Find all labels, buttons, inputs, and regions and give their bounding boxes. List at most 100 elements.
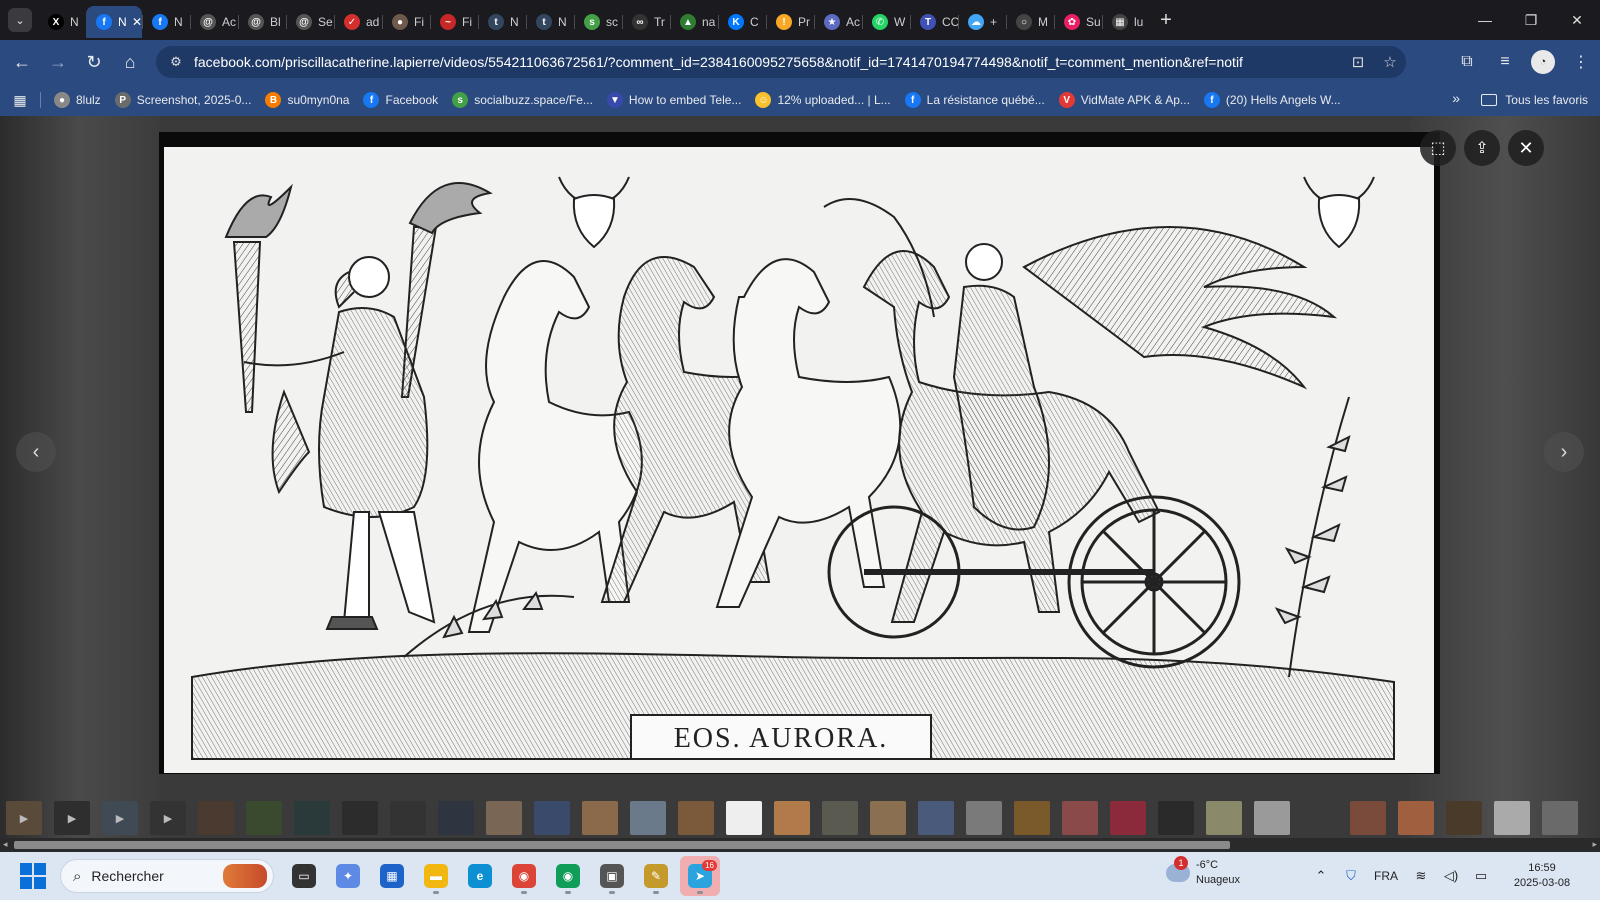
bookmark-4[interactable]: s socialbuzz.space/Fe... [445, 86, 600, 114]
tab-4[interactable]: @ Bl [238, 6, 286, 38]
bookmark-7[interactable]: f La résistance québé... [898, 86, 1052, 114]
thumbnail-27[interactable] [1302, 801, 1338, 835]
media-control-icon[interactable]: ≡ [1486, 53, 1524, 71]
thumbnail-15[interactable] [726, 801, 762, 835]
pencil-app-app[interactable]: ✎ [636, 856, 676, 896]
bookmark-1[interactable]: P Screenshot, 2025-0... [108, 86, 259, 114]
thumbnail-11[interactable] [534, 801, 570, 835]
thumbnail-17[interactable] [822, 801, 858, 835]
thumbnail-20[interactable] [966, 801, 1002, 835]
wifi-icon[interactable]: ≋ [1406, 868, 1436, 884]
thumbnail-16[interactable] [774, 801, 810, 835]
thumbnail-1[interactable]: ▶ [54, 801, 90, 835]
bookmark-2[interactable]: Bsu0myn0na [258, 86, 356, 114]
previous-photo-button[interactable]: ‹ [16, 432, 56, 472]
thumbnail-25[interactable] [1206, 801, 1242, 835]
tab-21[interactable]: ✿ Su [1054, 6, 1102, 38]
scroll-left-icon[interactable]: ◂ [3, 839, 8, 850]
thumbnail-21[interactable] [1014, 801, 1050, 835]
edge-app[interactable]: e [460, 856, 500, 896]
close-window-icon[interactable]: ✕ [1554, 0, 1600, 40]
tab-20[interactable]: ○ M [1006, 6, 1054, 38]
telegram-app[interactable]: ➤ 16 [680, 856, 720, 896]
chevron-up-icon[interactable]: ⌃ [1306, 868, 1336, 884]
forward-icon[interactable]: → [40, 44, 76, 80]
url-text[interactable]: facebook.com/priscillacatherine.lapierre… [194, 54, 1342, 70]
tab-3[interactable]: @ Ac [190, 6, 238, 38]
menu-icon[interactable]: ⋮ [1562, 52, 1600, 72]
taskbar-search[interactable]: ⌕ Rechercher [60, 859, 274, 893]
thumbnail-13[interactable] [630, 801, 666, 835]
tab-16[interactable]: ★ Ac [814, 6, 862, 38]
defender-shield-icon[interactable]: ⛉ [1336, 868, 1366, 884]
language-indicator[interactable]: FRA [1366, 869, 1406, 883]
battery-icon[interactable]: ▭ [1466, 868, 1496, 884]
store-app[interactable]: ▦ [372, 856, 412, 896]
chrome-app[interactable]: ◉ [504, 856, 544, 896]
tab-6[interactable]: ✓ ad [334, 6, 382, 38]
apps-grid-icon[interactable]: ▦ [0, 92, 40, 109]
tab-8[interactable]: ~ Fi [430, 6, 478, 38]
thumbnail-10[interactable] [486, 801, 522, 835]
thumbnail-scrollbar[interactable]: ◂ ▸ [0, 838, 1600, 852]
tab-2[interactable]: fN [142, 6, 190, 38]
thumbnail-30[interactable] [1446, 801, 1482, 835]
tab-18[interactable]: T CC [910, 6, 958, 38]
screen-tool-app[interactable]: ▣ [592, 856, 632, 896]
thumbnail-0[interactable]: ▶ [6, 801, 42, 835]
back-icon[interactable]: ← [4, 44, 40, 80]
tab-14[interactable]: KC [718, 6, 766, 38]
tab-11[interactable]: s sc [574, 6, 622, 38]
all-bookmarks-folder[interactable]: Tous les favoris [1481, 84, 1588, 116]
thumbnail-4[interactable] [198, 801, 234, 835]
bookmark-star-icon[interactable]: ☆ [1374, 53, 1406, 71]
thumbnail-9[interactable] [438, 801, 474, 835]
profile-avatar[interactable]: ◔ [1531, 50, 1555, 74]
thumbnail-5[interactable] [246, 801, 282, 835]
close-tab-icon[interactable]: ✕ [132, 15, 142, 29]
bookmark-3[interactable]: f Facebook [356, 86, 445, 114]
bookmark-6[interactable]: ☺ 12% uploaded... | L... [748, 86, 897, 114]
thumbnail-19[interactable] [918, 801, 954, 835]
bookmark-5[interactable]: ▼ How to embed Tele... [600, 86, 749, 114]
scroll-right-icon[interactable]: ▸ [1592, 839, 1597, 850]
reload-icon[interactable]: ↻ [76, 44, 112, 80]
thumbnail-32[interactable] [1542, 801, 1578, 835]
restore-icon[interactable]: ❐ [1508, 0, 1554, 40]
task-view-app[interactable]: ▭ [284, 856, 324, 896]
start-button[interactable] [20, 863, 46, 889]
address-bar[interactable]: ⚙ facebook.com/priscillacatherine.lapier… [156, 46, 1406, 78]
tab-22[interactable]: ▦ lu [1102, 6, 1150, 38]
weather-widget[interactable]: 1 -6°C Nuageux [1166, 856, 1240, 888]
clock[interactable]: 16:59 2025-03-08 [1496, 861, 1588, 891]
new-tab-button[interactable]: + [1150, 9, 1182, 32]
tab-9[interactable]: tN [478, 6, 526, 38]
bookmark-8[interactable]: V VidMate APK & Ap... [1052, 86, 1197, 114]
scrollbar-thumb[interactable] [14, 841, 1230, 849]
next-photo-button[interactable]: › [1544, 432, 1584, 472]
tab-10[interactable]: tN [526, 6, 574, 38]
tab-5[interactable]: @ Se [286, 6, 334, 38]
more-bookmarks-icon[interactable]: » [1452, 90, 1460, 106]
tab-13[interactable]: ▲ na [670, 6, 718, 38]
file-explorer-app[interactable]: ▬ [416, 856, 456, 896]
tab-0[interactable]: XN [38, 6, 86, 38]
tab-12[interactable]: ∞ Tr [622, 6, 670, 38]
thumbnail-2[interactable]: ▶ [102, 801, 138, 835]
thumbnail-6[interactable] [294, 801, 330, 835]
bookmark-0[interactable]: ● 8lulz [47, 86, 108, 114]
thumbnail-31[interactable] [1494, 801, 1530, 835]
thumbnail-3[interactable]: ▶ [150, 801, 186, 835]
thumbnail-14[interactable] [678, 801, 714, 835]
tab-7[interactable]: ● Fi [382, 6, 430, 38]
thumbnail-23[interactable] [1110, 801, 1146, 835]
home-icon[interactable]: ⌂ [112, 44, 148, 80]
copilot-app[interactable]: ✦ [328, 856, 368, 896]
close-viewer-icon[interactable]: ✕ [1508, 130, 1544, 166]
share-icon[interactable]: ⇪ [1464, 130, 1500, 166]
tab-15[interactable]: ! Pr [766, 6, 814, 38]
chrome-profile-app[interactable]: ◉ [548, 856, 588, 896]
thumbnail-7[interactable] [342, 801, 378, 835]
thumbnail-24[interactable] [1158, 801, 1194, 835]
thumbnail-18[interactable] [870, 801, 906, 835]
